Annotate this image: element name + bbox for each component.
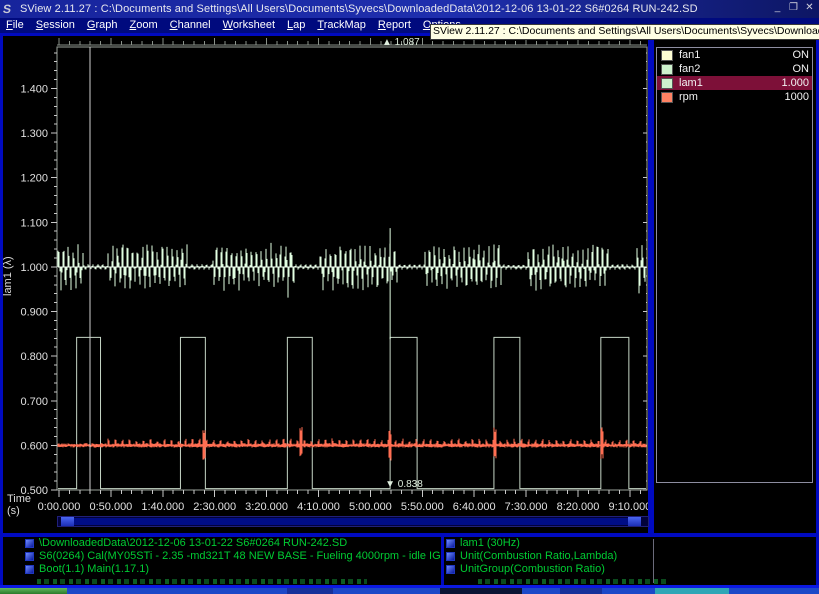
channel-value: 1000: [785, 91, 809, 103]
minimize-button[interactable]: _: [772, 1, 783, 15]
y-tick-label: 0.700: [20, 396, 48, 408]
y-tick-label: 0.900: [20, 307, 48, 319]
taskbar-item[interactable]: [440, 588, 522, 594]
time-tick-label: 8:20.000: [557, 501, 600, 513]
taskbar-item[interactable]: [287, 588, 333, 594]
taskbar-item[interactable]: [655, 588, 729, 594]
menu-item-zoom[interactable]: Zoom: [123, 18, 163, 33]
y-axis-title: lam1 (λ): [2, 221, 16, 331]
scrollbar-range: [62, 518, 630, 525]
status-bullet-icon: [25, 565, 34, 574]
status-line: S6(0264) Cal(MY05STi - 2.35 -md321T 48 N…: [3, 550, 441, 563]
sview-logo-icon: S: [2, 0, 18, 18]
time-tick-label: 7:30.000: [505, 501, 548, 513]
channel-legend-panel: fan1ONfan2ONlam11.000rpm1000: [654, 36, 816, 533]
time-tick-label: 0:00.000: [38, 501, 81, 513]
y-tick-label: 0.600: [20, 440, 48, 452]
status-line: Unit(Combustion Ratio,Lambda): [444, 550, 816, 563]
scrollbar-right-handle[interactable]: [628, 517, 641, 526]
y-tick-label: 0.800: [20, 351, 48, 363]
close-button[interactable]: ✕: [804, 1, 815, 15]
time-axis-ticks: [59, 490, 640, 497]
channel-row-fan1[interactable]: fan1ON: [657, 48, 812, 62]
path-tooltip: SView 2.11.27 : C:\Documents and Setting…: [430, 24, 819, 40]
taskbar-item[interactable]: [560, 588, 602, 594]
menu-item-worksheet[interactable]: Worksheet: [217, 18, 281, 33]
window-controls: _ ❐ ✕: [772, 1, 815, 15]
status-bullet-icon: [25, 539, 34, 548]
status-bullet-icon: [446, 565, 455, 574]
panel-divider: [653, 539, 654, 583]
channel-name: fan2: [679, 63, 793, 75]
menu-item-graph[interactable]: Graph: [81, 18, 124, 33]
y-tick-label: 1.300: [20, 128, 48, 140]
scrollbar-left-handle[interactable]: [61, 517, 74, 526]
session-info-panel: \DownloadedData\2012-12-06 13-01-22 S6#0…: [3, 537, 441, 585]
channel-row-lam1[interactable]: lam11.000: [657, 76, 812, 90]
time-tick-label: 4:10.000: [297, 501, 340, 513]
taskbar-sliver: [0, 588, 819, 594]
time-tick-label: 6:40.000: [453, 501, 496, 513]
title-bar: S SView 2.11.27 : C:\Documents and Setti…: [0, 0, 819, 18]
lambda-time-chart[interactable]: 1.400 1.300 1.200 1.100 1.000 0.900 0.800 0.700…: [3, 36, 648, 533]
restore-button[interactable]: ❐: [788, 1, 799, 15]
channel-color-swatch: [661, 50, 673, 61]
channel-value: ON: [793, 63, 810, 75]
menu-item-report[interactable]: Report: [372, 18, 417, 33]
status-line: lam1 (30Hz): [444, 537, 816, 550]
channel-color-swatch: [661, 92, 673, 103]
max-value-marker: ▲ 1.087: [382, 37, 420, 48]
status-line-clipped: [37, 579, 367, 584]
menu-item-trackmap[interactable]: TrackMap: [311, 18, 372, 33]
channel-name: fan1: [679, 49, 793, 61]
channel-list: fan1ONfan2ONlam11.000rpm1000: [656, 47, 813, 483]
channel-color-swatch: [661, 78, 673, 89]
channel-row-fan2[interactable]: fan2ON: [657, 62, 812, 76]
min-value-marker: ▼ 0.838: [385, 479, 423, 490]
menu-item-file[interactable]: File: [0, 18, 30, 33]
channel-name: rpm: [679, 91, 785, 103]
channel-info-panel: lam1 (30Hz)Unit(Combustion Ratio,Lambda)…: [444, 537, 816, 585]
menu-item-lap[interactable]: Lap: [281, 18, 311, 33]
window-title: SView 2.11.27 : C:\Documents and Setting…: [20, 3, 698, 15]
time-tick-label: 3:20.000: [245, 501, 288, 513]
channel-color-swatch: [661, 64, 673, 75]
menu-item-session[interactable]: Session: [30, 18, 81, 33]
menu-item-channel[interactable]: Channel: [164, 18, 217, 33]
status-line: UnitGroup(Combustion Ratio): [444, 563, 816, 576]
channel-row-rpm[interactable]: rpm1000: [657, 90, 812, 104]
start-button[interactable]: [0, 588, 67, 594]
time-tick-label: 0:50.000: [89, 501, 132, 513]
y-tick-label: 1.400: [20, 83, 48, 95]
time-tick-label: 1:40.000: [141, 501, 184, 513]
time-tick-label: 9:10.000: [608, 501, 648, 513]
y-tick-label: 1.100: [20, 217, 48, 229]
status-line: \DownloadedData\2012-12-06 13-01-22 S6#0…: [3, 537, 441, 550]
time-axis-label: Time (s): [7, 493, 31, 517]
time-scrollbar[interactable]: [57, 516, 649, 527]
channel-value: ON: [793, 49, 810, 61]
application-window: S SView 2.11.27 : C:\Documents and Setti…: [0, 0, 819, 594]
status-bullet-icon: [25, 552, 34, 561]
status-bullet-icon: [446, 552, 455, 561]
status-line-clipped: [478, 579, 668, 584]
channel-value: 1.000: [781, 77, 809, 89]
status-line: Boot(1.1) Main(1.17.1): [3, 563, 441, 576]
time-tick-label: 2:30.000: [193, 501, 236, 513]
status-bullet-icon: [446, 539, 455, 548]
graph-panel: 1.400 1.300 1.200 1.100 1.000 0.900 0.800 0.700…: [3, 36, 648, 533]
time-tick-label: 5:00.000: [349, 501, 392, 513]
y-tick-label: 1.200: [20, 173, 48, 185]
time-tick-label: 5:50.000: [401, 501, 444, 513]
y-tick-label: 1.000: [20, 262, 48, 274]
channel-name: lam1: [679, 77, 781, 89]
